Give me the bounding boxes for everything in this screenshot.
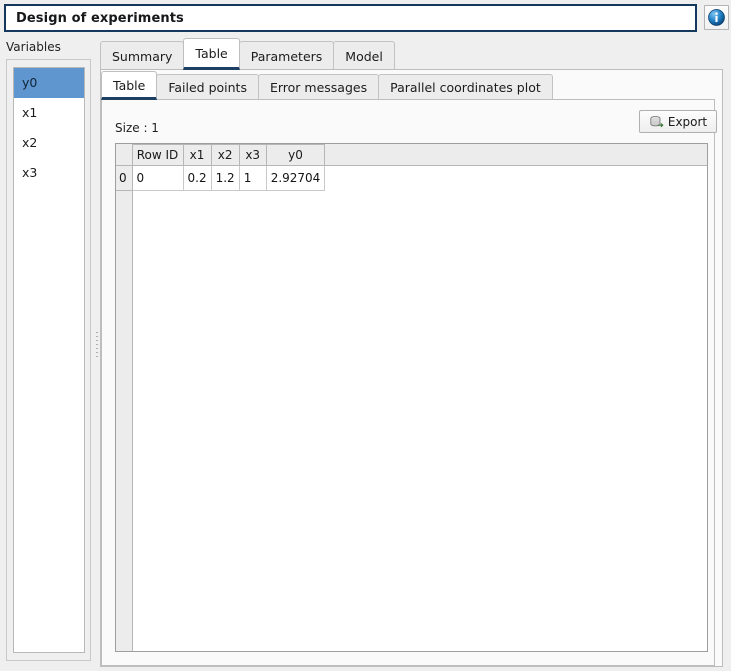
inner-tab-parallel-coordinates-plot[interactable]: Parallel coordinates plot — [378, 74, 553, 100]
window-title-bar: Design of experiments — [4, 4, 697, 32]
tab-parameters[interactable]: Parameters — [239, 41, 335, 70]
variables-list[interactable]: y0 x1 x2 x3 — [13, 67, 85, 653]
cell-x2[interactable]: 1.2 — [211, 166, 239, 191]
info-circle-icon — [708, 9, 725, 26]
tab-label: Failed points — [168, 80, 247, 95]
cell-y0[interactable]: 2.92704 — [266, 166, 325, 191]
tab-summary[interactable]: Summary — [100, 41, 184, 70]
sidebar-item-x1[interactable]: x1 — [14, 98, 84, 128]
main-panel: Summary Table Parameters Model Table Fai… — [100, 38, 727, 668]
page-title: Design of experiments — [6, 11, 184, 26]
table-header-y0[interactable]: y0 — [266, 145, 325, 166]
variables-sidebar: Variables y0 x1 x2 x3 — [0, 36, 96, 671]
outer-tab-bar: Summary Table Parameters Model — [100, 38, 394, 70]
table-header-x3[interactable]: x3 — [239, 145, 266, 166]
table-header-x1[interactable]: x1 — [183, 145, 211, 166]
tab-label: Summary — [112, 49, 172, 64]
tab-label: Error messages — [270, 80, 367, 95]
cell-x3[interactable]: 1 — [239, 166, 266, 191]
inner-tab-failed-points[interactable]: Failed points — [156, 74, 259, 100]
sidebar-item-x2[interactable]: x2 — [14, 128, 84, 158]
export-button[interactable]: Export — [639, 110, 717, 133]
cell-row-id[interactable]: 0 — [132, 166, 183, 191]
tab-label: Parallel coordinates plot — [390, 80, 541, 95]
inner-tab-table[interactable]: Table — [101, 71, 157, 100]
table-row[interactable]: 0 0 0.2 1.2 1 2.92704 — [116, 166, 325, 191]
tab-label: Model — [345, 49, 383, 64]
table-header-x2[interactable]: x2 — [211, 145, 239, 166]
data-table-scroll-area[interactable]: Row ID x1 x2 x3 y0 0 0 0.2 1.2 — [115, 143, 708, 652]
table-rowheader-strip — [116, 165, 133, 651]
sidebar-item-label: y0 — [22, 75, 37, 90]
inner-tab-bar: Table Failed points Error messages Paral… — [101, 70, 552, 100]
table-header-row: Row ID x1 x2 x3 y0 — [116, 145, 325, 166]
tab-label: Table — [195, 46, 227, 61]
inner-tab-content: Size : 1 Export Row ID x1 — [101, 99, 715, 666]
sidebar-item-label: x2 — [22, 135, 37, 150]
tab-label: Table — [113, 78, 145, 93]
table-row-index[interactable]: 0 — [116, 166, 132, 191]
sidebar-item-y0[interactable]: y0 — [14, 68, 84, 98]
sidebar-item-label: x1 — [22, 105, 37, 120]
data-table: Row ID x1 x2 x3 y0 0 0 0.2 1.2 — [116, 144, 325, 191]
database-export-icon — [649, 115, 664, 129]
sidebar-item-label: x3 — [22, 165, 37, 180]
variables-label: Variables — [6, 40, 61, 54]
table-header-row-id[interactable]: Row ID — [132, 145, 183, 166]
tab-model[interactable]: Model — [333, 41, 395, 70]
sidebar-item-x3[interactable]: x3 — [14, 158, 84, 188]
inner-tab-error-messages[interactable]: Error messages — [258, 74, 379, 100]
size-label: Size : 1 — [115, 121, 159, 135]
cell-x1[interactable]: 0.2 — [183, 166, 211, 191]
splitter-grip-icon[interactable] — [96, 332, 98, 358]
tab-table[interactable]: Table — [183, 38, 239, 70]
export-button-label: Export — [668, 115, 707, 129]
info-button[interactable] — [704, 5, 729, 30]
tab-label: Parameters — [251, 49, 323, 64]
table-header-corner[interactable] — [116, 145, 132, 166]
